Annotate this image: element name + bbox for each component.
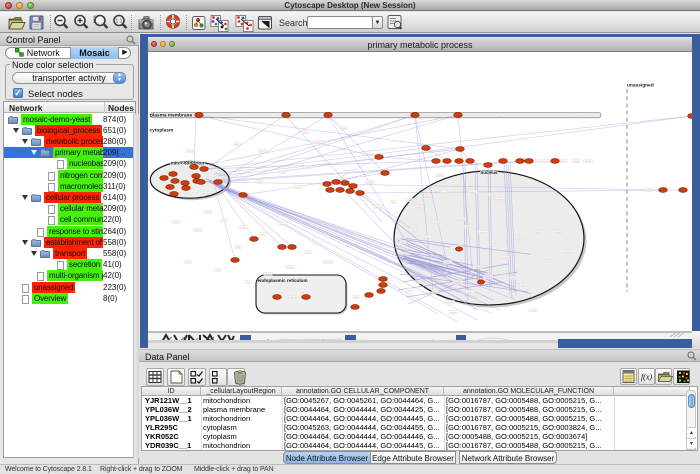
svg-text:mitochondrion: mitochondrion (171, 161, 205, 167)
svg-text:endoplasmic reticulum: endoplasmic reticulum (258, 278, 308, 283)
svg-text:1:1: 1:1 (116, 19, 123, 25)
svg-text:nucleus: nucleus (480, 170, 498, 175)
svg-text:cytoplasm: cytoplasm (150, 128, 174, 134)
svg-text:unassigned: unassigned (627, 83, 654, 89)
svg-text:plasma membrane: plasma membrane (150, 113, 192, 119)
svg-text:f(x): f(x) (641, 373, 652, 382)
